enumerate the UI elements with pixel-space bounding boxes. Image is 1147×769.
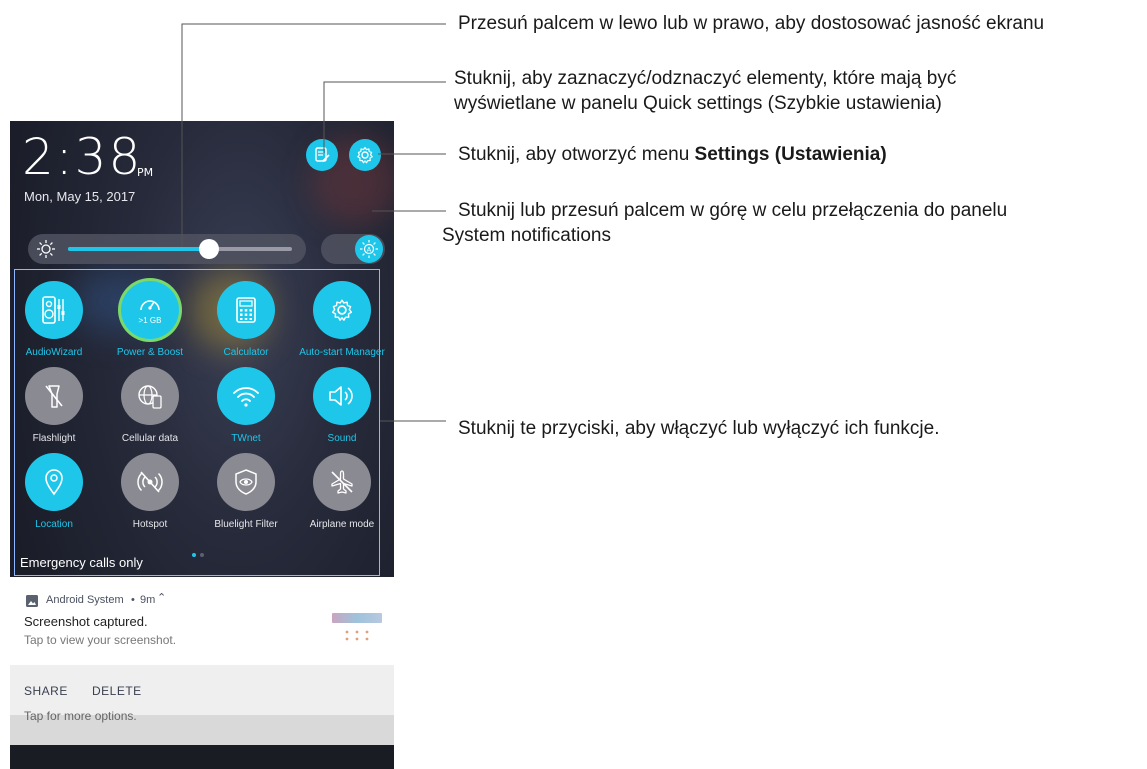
annotation-tiles: Stuknij te przyciski, aby włączyć lub wy… <box>458 418 940 439</box>
annotation-settings: Stuknij, aby otworzyć menu Settings (Ust… <box>458 142 887 167</box>
annotation-settings-bold: Settings (Ustawienia) <box>694 144 887 165</box>
annotation-notifications-line2: System notifications <box>442 225 611 246</box>
annotation-brightness: Przesuń palcem w lewo lub w prawo, aby d… <box>458 13 1045 34</box>
annotation-edit-line1: Stuknij, aby zaznaczyć/odznaczyć element… <box>454 68 957 89</box>
annotation-notifications-line1: Stuknij lub przesuń palcem w górę w celu… <box>458 200 1008 221</box>
annotation-settings-text: Stuknij, aby otworzyć menu <box>458 144 695 165</box>
annotation-edit-line2: wyświetlane w panelu Quick settings (Szy… <box>454 93 942 114</box>
